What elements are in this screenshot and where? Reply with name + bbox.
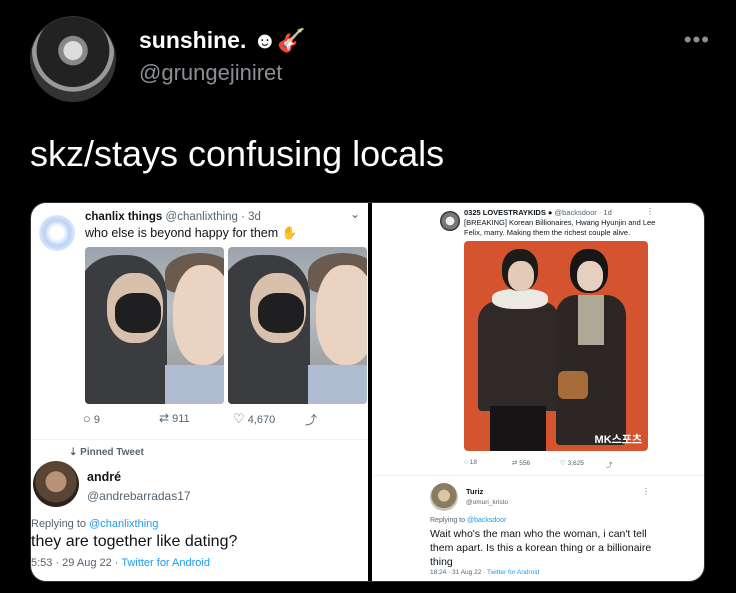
reply-author-avatar [430,483,458,511]
screenshot-left: chanlix things @chanlixthing · 3d ⌄ who … [31,203,368,581]
replying-to: Replying to @backsdoor [430,517,506,524]
author-header: chanlix things @chanlixthing · 3d [85,211,261,223]
pinned-label: ⇣ Pinned Tweet [69,447,144,458]
retweet-count-text: 911 [172,413,190,425]
replying-prefix: Replying to [31,518,87,530]
more-options-icon[interactable]: ••• [684,27,710,53]
display-name-text: sunshine. [139,27,247,53]
user-handle[interactable]: @grungejiniret [139,60,282,86]
divider [31,439,368,440]
like-count-text: 3,625 [567,460,584,467]
like-count-text: 4,670 [247,414,276,426]
screenshot-right: 0325 LOVESTRAYKIDS ● @backsdoor · 1d ⋮ [… [372,203,704,581]
reply-client: Twitter for Android [121,557,210,569]
like-count: ♡ 3,625 [560,459,584,467]
photo-1 [85,247,224,404]
reply-author-name: andré [87,470,122,484]
reply-author-name: Turiz [466,487,484,496]
replying-prefix: Replying to [430,517,466,524]
author-handle: @backsdoor · 1d [554,208,612,217]
retweet-icon: ⇄ [512,460,518,467]
profile-avatar[interactable] [30,16,116,102]
pinned-text: Pinned Tweet [80,447,144,458]
reply-author-handle: @omuri_kristo [466,499,508,506]
more-icon: ⌄ [349,207,360,221]
author-avatar [39,215,75,251]
author-avatar [440,211,460,231]
post-text: who else is beyond happy for them ✋ [85,226,298,240]
replying-to-link: @chanlixthing [89,518,159,530]
reply-icon: ○ [464,459,468,466]
reply-client: Twitter for Android [487,569,540,576]
display-name[interactable]: sunshine. ☻🎸 [139,27,306,54]
retweet-count: ⇄ 911 [159,411,190,425]
reply-count: ○ 9 [83,411,100,426]
reply-count-text: 18 [469,459,477,466]
tweet-media[interactable]: chanlix things @chanlixthing · 3d ⌄ who … [30,202,705,582]
name-emoji-icons: ☻🎸 [252,27,306,53]
reply-count-text: 9 [93,414,101,426]
retweet-icon: ⇄ [159,411,170,425]
reply-meta: 18:24 · 31 Aug 22 · Twitter for Android [430,569,539,576]
reply-icon: ○ [83,411,91,426]
pin-icon: ⇣ [69,447,78,458]
retweet-count-text: 556 [519,460,531,467]
reply-time: 5:53 · 29 Aug 22 · [31,557,119,569]
like-count: ♡ 4,670 [233,411,275,427]
author-name: 0325 LOVESTRAYKIDS ● [464,208,553,217]
reply-count: ○ 18 [464,459,477,466]
post-text: [BREAKING] Korean Billionaires, Hwang Hy… [464,218,656,237]
photo-2 [228,247,367,404]
reply-author-handle: @andrebarradas17 [87,489,191,503]
more-icon: ⋮ [642,487,650,496]
reply-text: Wait who's the man who the woman, i can'… [430,528,652,568]
news-photo: MK스포츠 [464,241,648,451]
reply-meta: 5:53 · 29 Aug 22 · Twitter for Android [31,557,210,569]
like-icon: ♡ [560,460,566,467]
replying-to-link: @backsdoor [466,517,507,524]
reply-author-avatar [33,461,79,507]
watermark: MK스포츠 [594,434,642,446]
more-icon: ⋮ [646,207,654,216]
author-name: chanlix things [85,211,163,223]
retweet-count: ⇄ 556 [512,459,530,467]
reply-text: they are together like dating? [31,533,238,550]
author-handle: @chanlixthing · 3d [165,211,261,223]
reply-time: 18:24 · 31 Aug 22 · [430,569,486,576]
divider [372,475,704,476]
share-icon: ⤴ [606,462,613,469]
author-header: 0325 LOVESTRAYKIDS ● @backsdoor · 1d [464,208,612,217]
share-icon: ⤴ [305,413,318,427]
tweet-text: skz/stays confusing locals [30,133,445,174]
like-icon: ♡ [233,411,245,426]
replying-to: Replying to @chanlixthing [31,518,158,530]
